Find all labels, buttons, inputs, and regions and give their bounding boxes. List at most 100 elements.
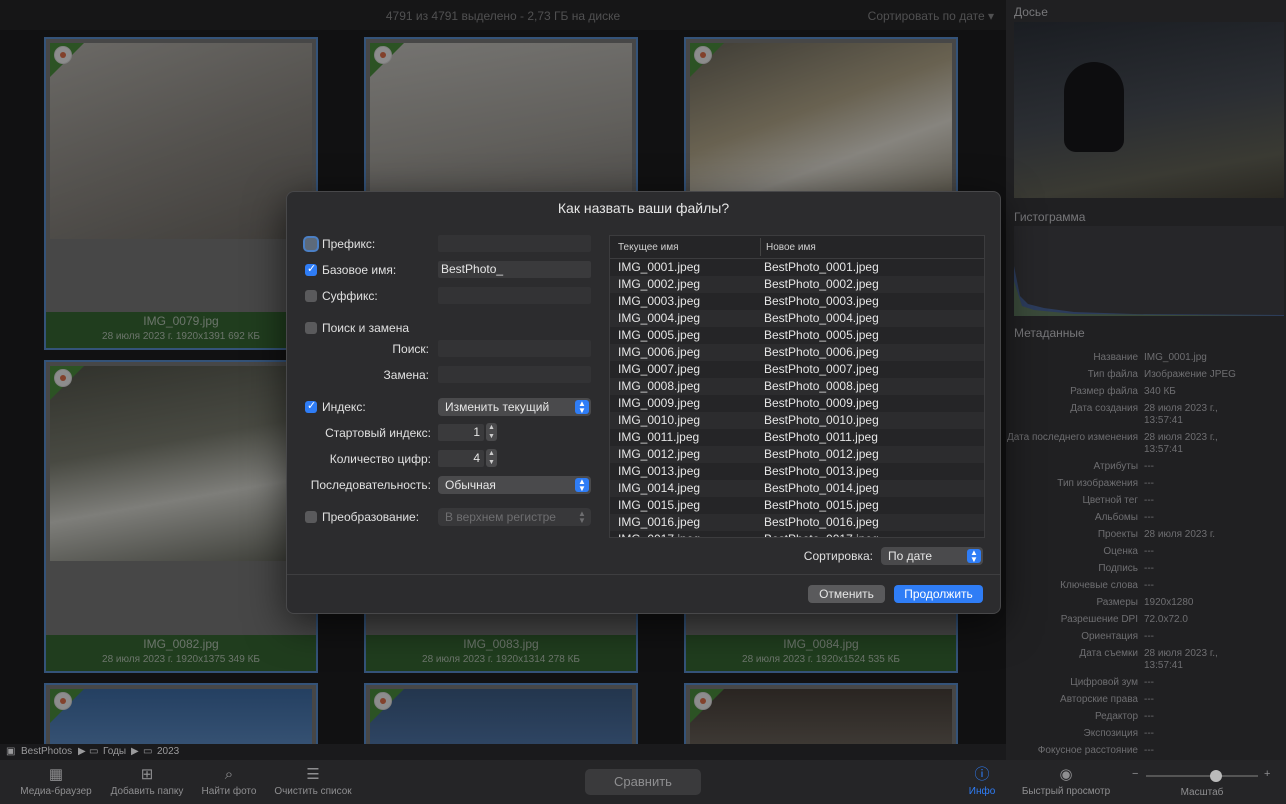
- clear-list-button[interactable]: ☰ Очистить список: [270, 766, 356, 797]
- metadata-heading: Метаданные: [1014, 326, 1085, 340]
- current-name-cell: IMG_0015.jpeg: [618, 498, 701, 512]
- sequence-popup[interactable]: Обычная ▲ ▼: [438, 476, 591, 494]
- table-row[interactable]: IMG_0017.jpeg BestPhoto_0017.jpeg: [610, 531, 984, 537]
- index-checkbox[interactable]: [305, 399, 317, 413]
- new-name-cell: BestPhoto_0015.jpeg: [764, 498, 879, 512]
- table-row[interactable]: IMG_0005.jpeg BestPhoto_0005.jpeg: [610, 327, 984, 344]
- info-button[interactable]: ⓘ Инфо: [956, 766, 1008, 797]
- start-index-field[interactable]: 1: [438, 424, 484, 441]
- column-new-name[interactable]: Новое имя: [766, 242, 816, 253]
- sequence-label: Последовательность:: [310, 478, 431, 492]
- table-row[interactable]: IMG_0011.jpeg BestPhoto_0011.jpeg: [610, 429, 984, 446]
- transform-checkbox[interactable]: [305, 511, 317, 523]
- zoom-slider-track[interactable]: [1146, 775, 1258, 777]
- new-name-cell: BestPhoto_0001.jpeg: [764, 260, 879, 274]
- table-row[interactable]: IMG_0015.jpeg BestPhoto_0015.jpeg: [610, 497, 984, 514]
- prefix-checkbox[interactable]: [305, 238, 317, 250]
- find-field[interactable]: [438, 340, 591, 357]
- metadata-value: 1920x1280: [1144, 597, 1194, 608]
- cancel-button[interactable]: Отменить: [808, 585, 885, 603]
- table-row[interactable]: IMG_0009.jpeg BestPhoto_0009.jpeg: [610, 395, 984, 412]
- add-folder-button[interactable]: ⊞ Добавить папку: [106, 766, 188, 797]
- quick-look-label: Быстрый просмотр: [1021, 786, 1111, 797]
- breadcrumb-separator-icon: ▶: [131, 746, 139, 757]
- compare-button[interactable]: Сравнить: [585, 769, 701, 795]
- suffix-checkbox[interactable]: [305, 290, 317, 302]
- find-photos-button[interactable]: ⌕ Найти фото: [198, 766, 260, 797]
- metadata-key: Авторские права: [1060, 694, 1138, 705]
- metadata-row: Размер файла 340 КБ: [1006, 386, 1286, 398]
- metadata-value: ---: [1144, 728, 1154, 739]
- zoom-slider-handle[interactable]: [1210, 770, 1222, 782]
- metadata-value: ---: [1144, 677, 1154, 688]
- table-row[interactable]: IMG_0013.jpeg BestPhoto_0013.jpeg: [610, 463, 984, 480]
- column-divider: [760, 238, 761, 256]
- current-name-cell: IMG_0005.jpeg: [618, 328, 701, 342]
- metadata-key: Размеры: [1096, 597, 1138, 608]
- dialog-title: Как назвать ваши файлы?: [557, 200, 730, 216]
- breadcrumb-year[interactable]: 2023: [157, 746, 179, 757]
- table-row[interactable]: IMG_0016.jpeg BestPhoto_0016.jpeg: [610, 514, 984, 531]
- metadata-row: Цветной тег ---: [1006, 495, 1286, 507]
- metadata-row: Тип изображения ---: [1006, 478, 1286, 490]
- new-name-cell: BestPhoto_0006.jpeg: [764, 345, 879, 359]
- prefix-label: Префикс:: [322, 237, 376, 251]
- continue-button[interactable]: Продолжить: [894, 585, 983, 603]
- metadata-row: Атрибуты ---: [1006, 461, 1286, 473]
- index-mode-popup[interactable]: Изменить текущий ▲ ▼: [438, 398, 591, 416]
- table-row[interactable]: IMG_0007.jpeg BestPhoto_0007.jpeg: [610, 361, 984, 378]
- replace-field[interactable]: [438, 366, 591, 383]
- table-row[interactable]: IMG_0002.jpeg BestPhoto_0002.jpeg: [610, 276, 984, 293]
- find-replace-label: Поиск и замена: [322, 321, 410, 335]
- table-row[interactable]: IMG_0003.jpeg BestPhoto_0003.jpeg: [610, 293, 984, 310]
- basename-field[interactable]: BestPhoto_: [438, 261, 591, 278]
- divider: [287, 574, 1000, 575]
- start-index-stepper[interactable]: ▲ ▼: [486, 423, 497, 441]
- metadata-value: ---: [1144, 461, 1154, 472]
- current-name-cell: IMG_0016.jpeg: [618, 515, 701, 529]
- find-replace-checkbox[interactable]: [305, 322, 317, 334]
- metadata-value: Изображение JPEG: [1144, 369, 1236, 380]
- basename-checkbox[interactable]: [305, 262, 317, 276]
- digits-field[interactable]: 4: [438, 450, 484, 467]
- current-name-cell: IMG_0001.jpeg: [618, 260, 701, 274]
- add-folder-icon: ⊞: [140, 766, 154, 783]
- rename-preview-table: Текущее имя Новое имя IMG_0001.jpeg BestP…: [609, 235, 985, 538]
- table-row[interactable]: IMG_0012.jpeg BestPhoto_0012.jpeg: [610, 446, 984, 463]
- metadata-value: ---: [1144, 631, 1154, 642]
- table-row[interactable]: IMG_0008.jpeg BestPhoto_0008.jpeg: [610, 378, 984, 395]
- breadcrumb-separator-icon: ▶: [78, 746, 86, 757]
- digits-stepper[interactable]: ▲ ▼: [486, 449, 497, 467]
- table-row[interactable]: IMG_0001.jpeg BestPhoto_0001.jpeg: [610, 259, 984, 276]
- start-index-label: Стартовый индекс:: [325, 426, 431, 440]
- metadata-key: Оценка: [1103, 546, 1138, 557]
- index-mode-value: Изменить текущий: [445, 400, 550, 414]
- suffix-field[interactable]: [438, 287, 591, 304]
- metadata-value: 28 июля 2023 г., 13:57:41: [1144, 432, 1218, 455]
- table-row[interactable]: IMG_0006.jpeg BestPhoto_0006.jpeg: [610, 344, 984, 361]
- zoom-minus-icon[interactable]: −: [1132, 768, 1138, 780]
- metadata-row: Альбомы ---: [1006, 512, 1286, 524]
- column-current-name[interactable]: Текущее имя: [618, 242, 679, 253]
- new-name-cell: BestPhoto_0014.jpeg: [764, 481, 879, 495]
- breadcrumb-years[interactable]: Годы: [103, 746, 126, 757]
- metadata-row: Цифровой зум ---: [1006, 677, 1286, 689]
- table-row[interactable]: IMG_0004.jpeg BestPhoto_0004.jpeg: [610, 310, 984, 327]
- table-row[interactable]: IMG_0010.jpeg BestPhoto_0010.jpeg: [610, 412, 984, 429]
- breadcrumb-root[interactable]: BestPhotos: [21, 746, 72, 757]
- metadata-value: ---: [1144, 563, 1154, 574]
- current-name-cell: IMG_0006.jpeg: [618, 345, 701, 359]
- quick-look-button[interactable]: ◉ Быстрый просмотр: [1016, 766, 1116, 797]
- metadata-row: Размеры 1920x1280: [1006, 597, 1286, 609]
- metadata-list: Название IMG_0001.jpg Тип файла Изображение…: [1006, 352, 1286, 762]
- metadata-row: Тип файла Изображение JPEG: [1006, 369, 1286, 381]
- media-browser-button[interactable]: ▦ Медиа-браузер: [16, 766, 96, 797]
- prefix-field[interactable]: [438, 235, 591, 252]
- sort-popup[interactable]: По дате ▲ ▼: [881, 547, 983, 565]
- zoom-plus-icon[interactable]: +: [1264, 768, 1270, 780]
- metadata-key: Экспозиция: [1083, 728, 1138, 739]
- table-row[interactable]: IMG_0014.jpeg BestPhoto_0014.jpeg: [610, 480, 984, 497]
- transform-popup[interactable]: В верхнем регистре ▲ ▼: [438, 508, 591, 526]
- metadata-value: 28 июля 2023 г.: [1144, 529, 1216, 540]
- new-name-cell: BestPhoto_0005.jpeg: [764, 328, 879, 342]
